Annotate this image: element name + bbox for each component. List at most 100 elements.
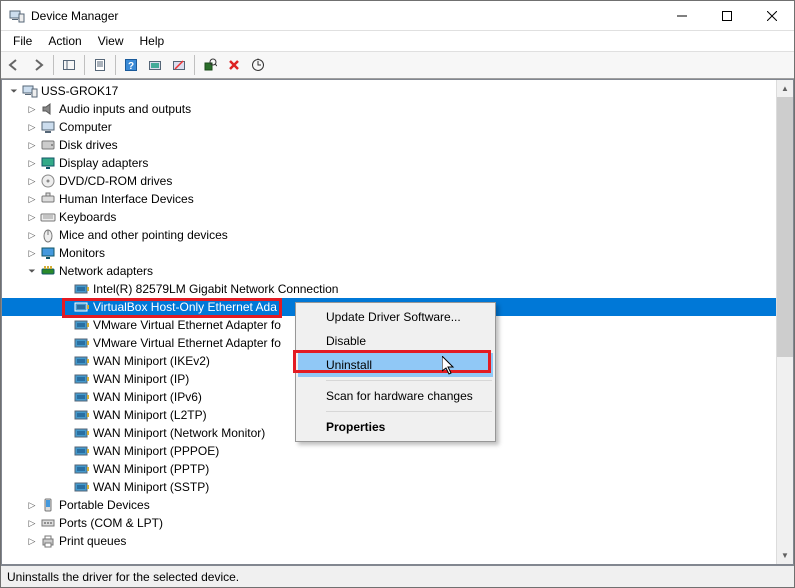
cd-icon [40, 173, 56, 189]
window-controls [659, 1, 794, 30]
tree-category-portable[interactable]: ▷ Portable Devices [2, 496, 776, 514]
tree-item-label: WAN Miniport (IPv6) [93, 388, 202, 406]
tree-item-label: USS-GROK17 [41, 82, 118, 100]
tree-item-label: Network adapters [59, 262, 153, 280]
properties-button[interactable] [89, 54, 111, 76]
tree-category-display[interactable]: ▷Display adapters [2, 154, 776, 172]
scan-hardware-button[interactable] [199, 54, 221, 76]
network-icon [40, 263, 56, 279]
context-menu-separator [326, 380, 492, 381]
menu-view[interactable]: View [90, 32, 132, 50]
tree-item-label: VMware Virtual Ethernet Adapter fo [93, 334, 281, 352]
status-text: Uninstalls the driver for the selected d… [7, 570, 239, 584]
expander-none [58, 281, 74, 297]
update-driver-button[interactable] [144, 54, 166, 76]
chevron-right-icon[interactable]: ▷ [24, 119, 40, 135]
chevron-right-icon[interactable]: ▷ [24, 245, 40, 261]
content-area: ⏷USS-GROK17▷Audio inputs and outputs▷Com… [1, 79, 794, 565]
tree-device[interactable]: WAN Miniport (PPPOE) [2, 442, 776, 460]
scroll-thumb[interactable] [777, 97, 793, 357]
chevron-right-icon[interactable]: ▷ [24, 191, 40, 207]
show-hide-console-button[interactable] [58, 54, 80, 76]
chevron-right-icon[interactable]: ▷ [24, 497, 40, 513]
titlebar: Device Manager [1, 1, 794, 31]
expander-none [58, 353, 74, 369]
tree-category-hid[interactable]: ▷ Human Interface Devices [2, 190, 776, 208]
chevron-right-icon[interactable]: ▷ [24, 101, 40, 117]
tree-item-label: VirtualBox Host-Only Ethernet Ada [93, 298, 277, 316]
tree-category-network[interactable]: ⏷ Network adapters [2, 262, 776, 280]
device-manager-window: Device Manager File Action View Help [0, 0, 795, 588]
app-icon [9, 8, 25, 24]
vertical-scrollbar[interactable]: ▲ ▼ [776, 80, 793, 564]
close-button[interactable] [749, 1, 794, 30]
context-menu-item[interactable]: Update Driver Software... [298, 305, 493, 329]
tree-category-print[interactable]: ▷ Print queues [2, 532, 776, 550]
net-adapter-icon [74, 443, 90, 459]
chevron-down-icon[interactable]: ⏷ [6, 83, 22, 99]
menu-help[interactable]: Help [132, 32, 173, 50]
tree-category-cd[interactable]: ▷DVD/CD-ROM drives [2, 172, 776, 190]
menu-action[interactable]: Action [40, 32, 89, 50]
disable-button[interactable] [168, 54, 190, 76]
tree-root[interactable]: ⏷ USS-GROK17 [2, 82, 776, 100]
tree-item-label: Monitors [59, 244, 105, 262]
context-menu-item[interactable]: Uninstall [298, 353, 493, 377]
tree-item-label: WAN Miniport (PPTP) [93, 460, 209, 478]
tree-category-disk[interactable]: ▷Disk drives [2, 136, 776, 154]
chevron-right-icon[interactable]: ▷ [24, 173, 40, 189]
scan-button-2[interactable] [247, 54, 269, 76]
chevron-down-icon[interactable]: ⏷ [24, 263, 40, 279]
window-title: Device Manager [31, 9, 659, 23]
tree-item-label: VMware Virtual Ethernet Adapter fo [93, 316, 281, 334]
minimize-button[interactable] [659, 1, 704, 30]
scroll-down-arrow[interactable]: ▼ [777, 547, 793, 564]
tree-device[interactable]: WAN Miniport (PPTP) [2, 460, 776, 478]
hid-icon [40, 191, 56, 207]
context-menu-separator [326, 411, 492, 412]
back-button[interactable] [3, 54, 25, 76]
tree-item-label: WAN Miniport (L2TP) [93, 406, 207, 424]
mouse-icon [40, 227, 56, 243]
computer-icon [40, 119, 56, 135]
portable-icon [40, 497, 56, 513]
tree-category-monitor[interactable]: ▷ Monitors [2, 244, 776, 262]
uninstall-button[interactable] [223, 54, 245, 76]
tree-item-label: Human Interface Devices [59, 190, 194, 208]
tree-item-label: Intel(R) 82579LM Gigabit Network Connect… [93, 280, 338, 298]
menu-file[interactable]: File [5, 32, 40, 50]
expander-none [58, 461, 74, 477]
print-icon [40, 533, 56, 549]
maximize-button[interactable] [704, 1, 749, 30]
scroll-up-arrow[interactable]: ▲ [777, 80, 793, 97]
chevron-right-icon[interactable]: ▷ [24, 227, 40, 243]
chevron-right-icon[interactable]: ▷ [24, 137, 40, 153]
tree-category-audio[interactable]: ▷Audio inputs and outputs [2, 100, 776, 118]
ports-icon [40, 515, 56, 531]
tree-category-keyboard[interactable]: ▷Keyboards [2, 208, 776, 226]
tree-category-mouse[interactable]: ▷Mice and other pointing devices [2, 226, 776, 244]
tree-item-label: Portable Devices [59, 496, 150, 514]
tree-device[interactable]: Intel(R) 82579LM Gigabit Network Connect… [2, 280, 776, 298]
context-menu-item[interactable]: Properties [298, 415, 493, 439]
forward-button[interactable] [27, 54, 49, 76]
help-button[interactable]: ? [120, 54, 142, 76]
disk-icon [40, 137, 56, 153]
tree-item-label: WAN Miniport (IP) [93, 370, 189, 388]
chevron-right-icon[interactable]: ▷ [24, 209, 40, 225]
net-adapter-icon [74, 281, 90, 297]
tree-category-ports[interactable]: ▷Ports (COM & LPT) [2, 514, 776, 532]
chevron-right-icon[interactable]: ▷ [24, 155, 40, 171]
computer-root-icon [22, 83, 38, 99]
expander-none [58, 317, 74, 333]
tree-device[interactable]: WAN Miniport (SSTP) [2, 478, 776, 496]
expander-none [58, 479, 74, 495]
context-menu-item[interactable]: Disable [298, 329, 493, 353]
context-menu-item[interactable]: Scan for hardware changes [298, 384, 493, 408]
tree-item-label: Print queues [59, 532, 126, 550]
tree-item-label: Computer [59, 118, 112, 136]
context-menu: Update Driver Software...DisableUninstal… [295, 302, 496, 442]
chevron-right-icon[interactable]: ▷ [24, 533, 40, 549]
chevron-right-icon[interactable]: ▷ [24, 515, 40, 531]
tree-category-computer[interactable]: ▷ Computer [2, 118, 776, 136]
